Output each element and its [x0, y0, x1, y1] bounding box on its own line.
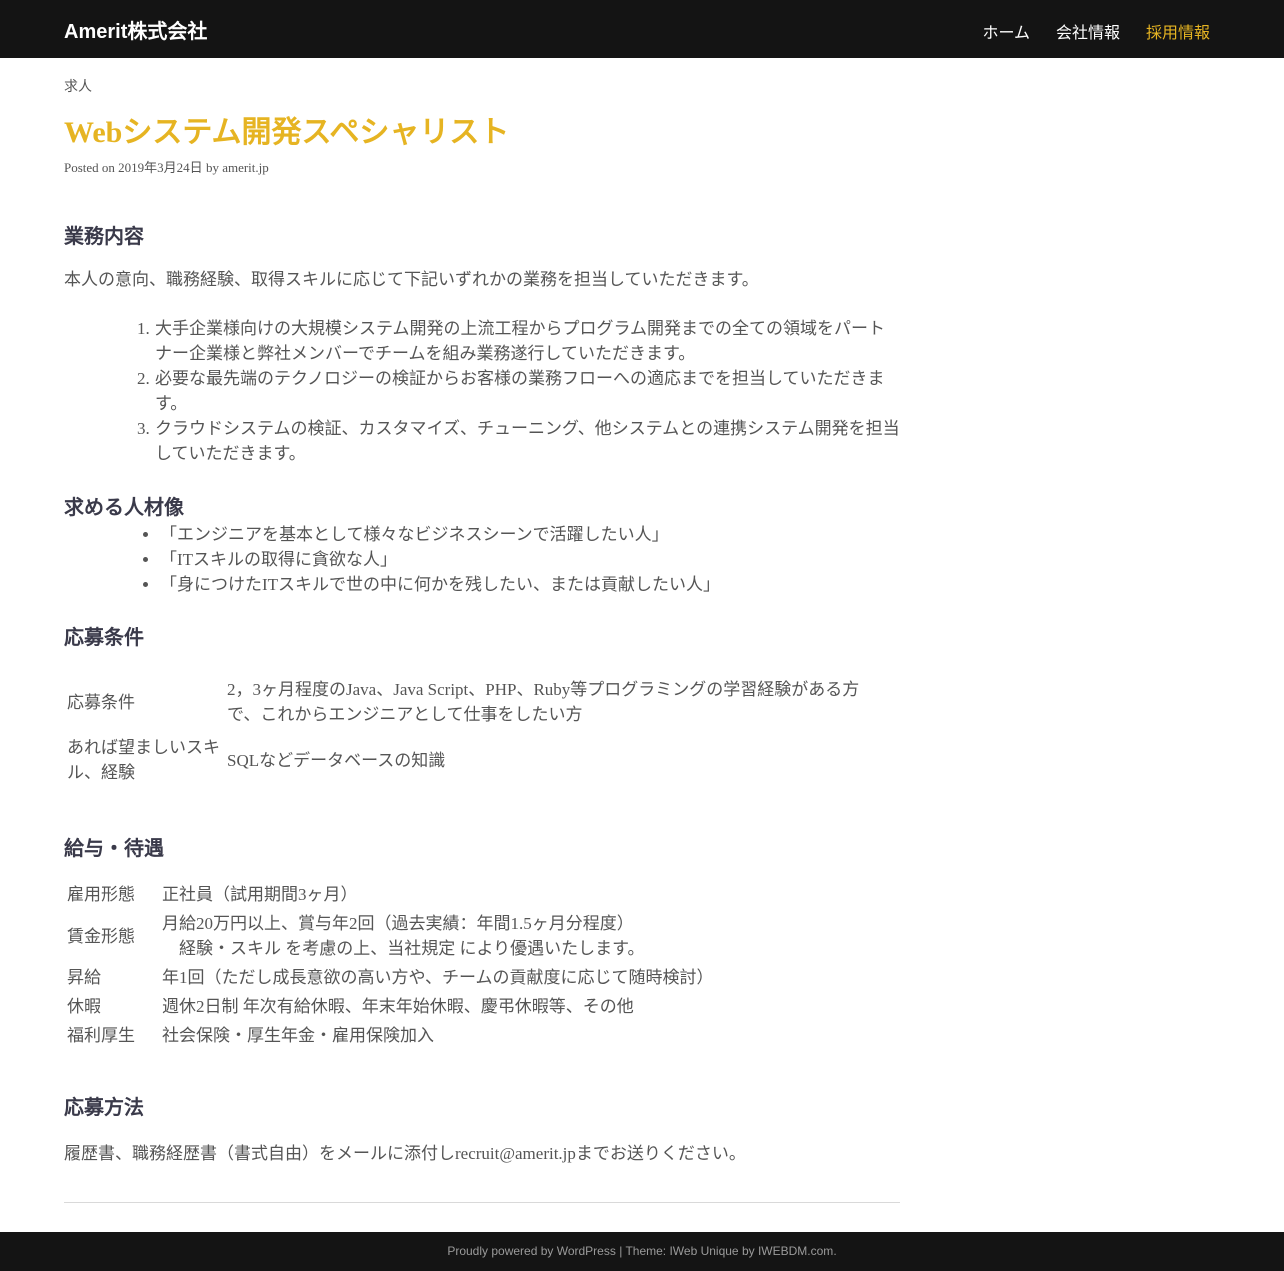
list-item: 「身につけたITスキルで世の中に何かを残したい、または貢献したい人」	[160, 572, 900, 597]
apply-text: 履歴書、職務経歴書（書式自由）をメールに添付しrecruit@amerit.jp…	[64, 1144, 746, 1163]
wordpress-link[interactable]: Proudly powered by WordPress	[447, 1244, 616, 1258]
list-item: 大手企業様向けの大規模システム開発の上流工程からプログラム開発までの全ての領域を…	[154, 316, 900, 366]
requirements-table: 応募条件 2，3ヶ月程度のJava、Java Script、PHP、Ruby等プ…	[64, 673, 870, 789]
table-key: 応募条件	[67, 692, 135, 712]
table-row: 福利厚生 社会保険・厚生年金・雇用保険加入	[64, 1021, 716, 1050]
table-key: あれば望ましいスキル、経験	[67, 738, 220, 782]
site-footer: Proudly powered by WordPress | Theme: IW…	[0, 1232, 1284, 1271]
page-title: Webシステム開発スペシャリスト	[64, 116, 510, 149]
duties-list: 大手企業様向けの大規模システム開発の上流工程からプログラム開発までの全ての領域を…	[64, 316, 900, 466]
nav-item-home[interactable]: ホーム	[982, 19, 1030, 43]
table-row: 休暇 週休2日制 年次有給休暇、年末年始休暇、慶弔休暇等、その他	[64, 992, 716, 1021]
list-item: 「エンジニアを基本として様々なビジネスシーンで活躍したい人」	[160, 522, 900, 547]
footer-period: .	[833, 1244, 837, 1258]
duties-heading: 業務内容	[64, 226, 144, 248]
table-row: 雇用形態 正社員（試用期間3ヶ月）	[64, 880, 716, 909]
persona-list: 「エンジニアを基本として様々なビジネスシーンで活躍したい人」 「ITスキルの取得…	[64, 522, 900, 597]
by-label: by	[205, 160, 219, 175]
footer-separator: |	[615, 1244, 626, 1258]
list-item: 必要な最先端のテクノロジーの検証からお客様の業務フローへの適応までを担当していた…	[154, 366, 900, 416]
apply-heading: 応募方法	[64, 1097, 144, 1119]
table-value: 年1回（ただし成長意欲の高い方や、チームの貢献度に応じて随時検討）	[162, 968, 714, 987]
list-item: クラウドシステムの検証、カスタマイズ、チューニング、他システムとの連携システム開…	[154, 416, 900, 466]
post-category[interactable]: 求人	[64, 78, 900, 98]
posted-on-label: Posted on	[64, 160, 115, 175]
main-nav: ホーム 会社情報 採用情報	[982, 19, 1210, 43]
table-row: 賃金形態 月給20万円以上、賞与年2回（過去実績：年間1.5ヶ月分程度） 経験・…	[64, 909, 716, 963]
table-value: 正社員（試用期間3ヶ月）	[162, 885, 358, 904]
requirements-heading: 応募条件	[64, 627, 144, 649]
table-row: 昇給 年1回（ただし成長意欲の高い方や、チームの貢献度に応じて随時検討）	[64, 963, 716, 992]
table-value: 2，3ヶ月程度のJava、Java Script、PHP、Ruby等プログラミン…	[227, 680, 860, 724]
table-key: 昇給	[67, 968, 101, 987]
salary-line: 月給20万円以上、賞与年2回（過去実績：年間1.5ヶ月分程度）	[162, 914, 634, 933]
salary-note: 経験・スキル を考慮の上、当社規定 により優遇いたします。	[179, 939, 645, 958]
table-key: 福利厚生	[67, 1026, 135, 1045]
table-value: 月給20万円以上、賞与年2回（過去実績：年間1.5ヶ月分程度） 経験・スキル を…	[159, 909, 716, 963]
site-title-link[interactable]: Amerit株式会社	[64, 15, 207, 44]
table-value: SQLなどデータベースの知識	[227, 750, 446, 770]
theme-label: Theme: IWeb Unique by	[625, 1244, 755, 1258]
content-divider	[64, 1202, 900, 1203]
post-date-link[interactable]: 2019年3月24日	[118, 160, 203, 175]
salary-heading: 給与・待遇	[64, 838, 164, 860]
table-key: 雇用形態	[67, 885, 135, 904]
duties-intro: 本人の意向、職務経験、取得スキルに応じて下記いずれかの業務を担当していただきます…	[64, 270, 759, 289]
table-value: 週休2日制 年次有給休暇、年末年始休暇、慶弔休暇等、その他	[162, 997, 634, 1016]
table-key: 休暇	[67, 997, 101, 1016]
table-key: 賃金形態	[67, 926, 135, 946]
nav-item-recruit[interactable]: 採用情報	[1146, 19, 1210, 43]
post-meta: Posted on 2019年3月24日 by amerit.jp	[64, 159, 900, 177]
theme-author-link[interactable]: IWEBDM.com	[758, 1244, 833, 1258]
table-row: 応募条件 2，3ヶ月程度のJava、Java Script、PHP、Ruby等プ…	[64, 673, 870, 731]
site-header: Amerit株式会社 ホーム 会社情報 採用情報	[0, 0, 1284, 58]
article: 求人 Webシステム開発スペシャリスト Posted on 2019年3月24日…	[64, 78, 900, 1203]
nav-item-company[interactable]: 会社情報	[1056, 19, 1120, 43]
table-value: 社会保険・厚生年金・雇用保険加入	[162, 1026, 434, 1045]
post-author-link[interactable]: amerit.jp	[222, 160, 269, 175]
persona-heading: 求める人材像	[64, 497, 184, 519]
table-row: あれば望ましいスキル、経験 SQLなどデータベースの知識	[64, 731, 870, 789]
salary-table: 雇用形態 正社員（試用期間3ヶ月） 賃金形態 月給20万円以上、賞与年2回（過去…	[64, 880, 716, 1050]
list-item: 「ITスキルの取得に貪欲な人」	[160, 547, 900, 572]
